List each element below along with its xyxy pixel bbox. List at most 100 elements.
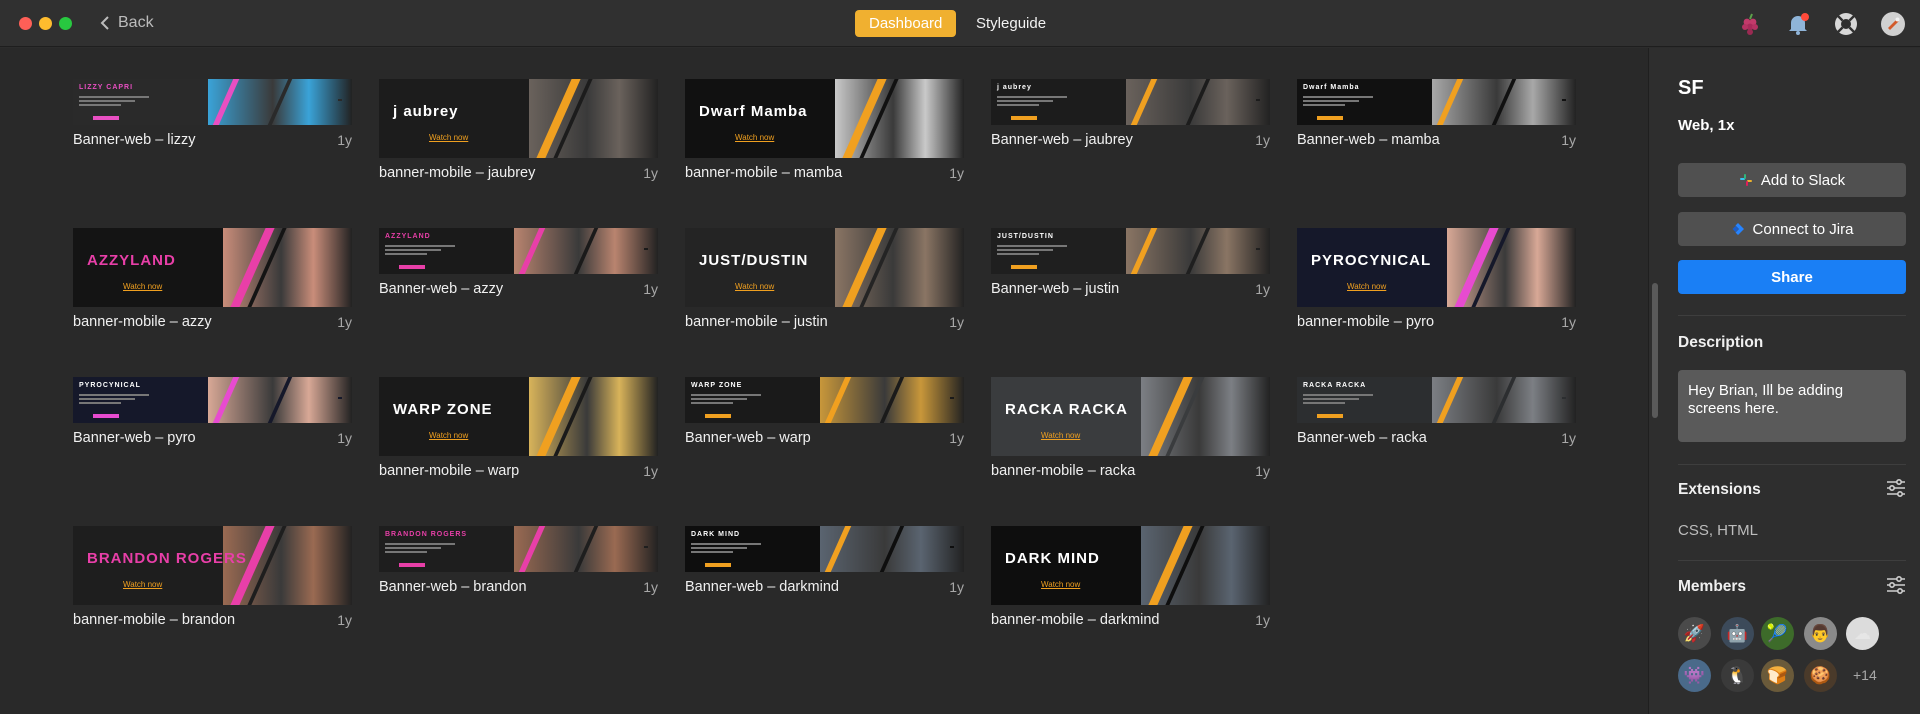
banner-card[interactable]: DARK MIND Banner-web – darkmind 1y	[685, 526, 964, 597]
banner-thumbnail[interactable]: JUST/DUSTIN	[991, 228, 1270, 274]
chevron-left-icon	[100, 16, 109, 30]
add-to-slack-button[interactable]: Add to Slack	[1678, 163, 1906, 197]
zoom-window-button[interactable]	[59, 17, 72, 30]
banner-thumbnail[interactable]: BRANDON ROGERS	[379, 526, 658, 572]
banner-thumbnail[interactable]: WARP ZONE	[685, 377, 964, 423]
banner-card[interactable]: Dwarf Mamba Watch now banner-mobile – mamb…	[685, 79, 964, 183]
member-avatar[interactable]: 🍪	[1804, 659, 1837, 692]
banner-placeholder-line	[399, 563, 425, 567]
help-lifebuoy-icon[interactable]	[1833, 11, 1859, 37]
member-avatar[interactable]: 🐧	[1721, 659, 1754, 692]
banner-placeholder-line	[691, 547, 747, 549]
banner-placeholder-line	[997, 249, 1053, 251]
extensions-settings-icon[interactable]	[1886, 479, 1906, 497]
minimize-window-button[interactable]	[39, 17, 52, 30]
banner-age: 1y	[337, 430, 352, 446]
connect-to-jira-button[interactable]: Connect to Jira	[1678, 212, 1906, 246]
banner-card[interactable]: WARP ZONE Banner-web – warp 1y	[685, 377, 964, 448]
banner-thumbnail[interactable]: RACKA RACKA	[1297, 377, 1576, 423]
banner-thumbnail[interactable]: DARK MIND	[685, 526, 964, 572]
tab-dashboard[interactable]: Dashboard	[855, 10, 957, 37]
watch-now-tag	[644, 248, 648, 250]
watch-now-link: Watch now	[1347, 282, 1387, 291]
banner-brand-logo: AZZYLAND	[87, 252, 176, 269]
banner-thumbnail[interactable]: RACKA RACKA Watch now	[991, 377, 1270, 456]
description-field[interactable]: Hey Brian, Ill be adding screens here.	[1678, 370, 1906, 442]
banner-card[interactable]: LIZZY CAPRI Banner-web – lizzy 1y	[73, 79, 352, 150]
banner-age: 1y	[643, 281, 658, 297]
banner-thumbnail[interactable]: PYROCYNICAL Watch now	[1297, 228, 1576, 307]
member-avatar[interactable]: 🚀	[1678, 617, 1711, 650]
close-window-button[interactable]	[19, 17, 32, 30]
banner-card[interactable]: BRANDON ROGERS Banner-web – brandon 1y	[379, 526, 658, 597]
banner-card[interactable]: WARP ZONE Watch now banner-mobile – warp 1y	[379, 377, 658, 481]
banner-card[interactable]: Dwarf Mamba Banner-web – mamba 1y	[1297, 79, 1576, 150]
banner-card[interactable]: RACKA RACKA Banner-web – racka 1y	[1297, 377, 1576, 448]
member-avatar[interactable]: 🎾	[1761, 617, 1794, 650]
banner-thumbnail[interactable]: AZZYLAND	[379, 228, 658, 274]
jira-icon	[1732, 223, 1744, 235]
banner-placeholder-line	[1317, 414, 1343, 418]
banner-card[interactable]: BRANDON ROGERS Watch now banner-mobile – b…	[73, 526, 352, 630]
banner-placeholder-line	[1303, 402, 1345, 404]
banner-card[interactable]: PYROCYNICAL Watch now banner-mobile – pyro…	[1297, 228, 1576, 332]
banner-thumbnail[interactable]: j aubrey Watch now	[379, 79, 658, 158]
banner-card[interactable]: AZZYLAND Watch now banner-mobile – azzy 1y	[73, 228, 352, 332]
banner-placeholder-line	[385, 249, 441, 251]
banner-placeholder-line	[79, 402, 121, 404]
banner-card[interactable]: DARK MIND Watch now banner-mobile – darkmi…	[991, 526, 1270, 630]
banner-card[interactable]: PYROCYNICAL Banner-web – pyro 1y	[73, 377, 352, 448]
banner-age: 1y	[1561, 430, 1576, 446]
banner-name: banner-mobile – brandon	[73, 612, 236, 628]
banner-placeholder-line	[79, 100, 135, 102]
tab-styleguide[interactable]: Styleguide	[962, 10, 1060, 37]
title-bar: Back Dashboard Styleguide	[0, 0, 1920, 47]
user-avatar-icon[interactable]	[1880, 11, 1906, 37]
banner-name: Banner-web – azzy	[379, 281, 504, 297]
watch-now-tag	[338, 99, 342, 101]
banner-card[interactable]: j aubrey Banner-web – jaubrey 1y	[991, 79, 1270, 150]
banner-thumbnail[interactable]: JUST/DUSTIN Watch now	[685, 228, 964, 307]
banner-brand-logo: Dwarf Mamba	[1303, 84, 1360, 91]
banner-brand-logo: PYROCYNICAL	[1311, 252, 1432, 269]
banner-card[interactable]: AZZYLAND Banner-web – azzy 1y	[379, 228, 658, 299]
banner-placeholder-line	[1011, 116, 1037, 120]
notifications-icon[interactable]	[1785, 11, 1811, 37]
banner-card[interactable]: JUST/DUSTIN Banner-web – justin 1y	[991, 228, 1270, 299]
banner-name: banner-mobile – mamba	[685, 165, 843, 181]
banner-thumbnail[interactable]: PYROCYNICAL	[73, 377, 352, 423]
banner-card[interactable]: JUST/DUSTIN Watch now banner-mobile – just…	[685, 228, 964, 332]
banner-thumbnail[interactable]: WARP ZONE Watch now	[379, 377, 658, 456]
banner-card[interactable]: RACKA RACKA Watch now banner-mobile – rack…	[991, 377, 1270, 481]
banner-placeholder-line	[93, 116, 119, 120]
banner-thumbnail[interactable]: Dwarf Mamba	[1297, 79, 1576, 125]
slack-icon	[1739, 174, 1752, 186]
banner-brand-logo: LIZZY CAPRI	[79, 84, 134, 91]
banner-thumbnail[interactable]: BRANDON ROGERS Watch now	[73, 526, 352, 605]
member-avatar[interactable]: 🤖	[1721, 617, 1754, 650]
more-members-count[interactable]: +14	[1853, 667, 1877, 683]
banner-card[interactable]: j aubrey Watch now banner-mobile – jaubrey…	[379, 79, 658, 183]
watch-now-tag	[338, 397, 342, 399]
back-button[interactable]: Back	[100, 14, 154, 32]
divider	[1678, 464, 1906, 465]
banner-thumbnail[interactable]: DARK MIND Watch now	[991, 526, 1270, 605]
member-avatar[interactable]: 🍞	[1761, 659, 1794, 692]
cloud-icon: ☁	[1854, 623, 1871, 643]
scrollbar[interactable]	[1652, 283, 1658, 418]
banner-thumbnail[interactable]: AZZYLAND Watch now	[73, 228, 352, 307]
members-heading: Members	[1678, 578, 1747, 595]
banner-thumbnail[interactable]: Dwarf Mamba Watch now	[685, 79, 964, 158]
member-avatar[interactable]: 👨	[1804, 617, 1837, 650]
share-button[interactable]: Share	[1678, 260, 1906, 294]
banner-thumbnail[interactable]: j aubrey	[991, 79, 1270, 125]
banner-name: Banner-web – mamba	[1297, 132, 1440, 148]
banner-placeholder-line	[691, 551, 733, 553]
grapes-icon[interactable]	[1737, 11, 1763, 37]
banner-thumbnail[interactable]: LIZZY CAPRI	[73, 79, 352, 125]
banner-name: Banner-web – pyro	[73, 430, 196, 446]
banner-age: 1y	[949, 165, 964, 181]
members-settings-icon[interactable]	[1886, 576, 1906, 594]
member-avatar[interactable]: 👾	[1678, 659, 1711, 692]
member-avatar[interactable]: ☁	[1846, 617, 1879, 650]
